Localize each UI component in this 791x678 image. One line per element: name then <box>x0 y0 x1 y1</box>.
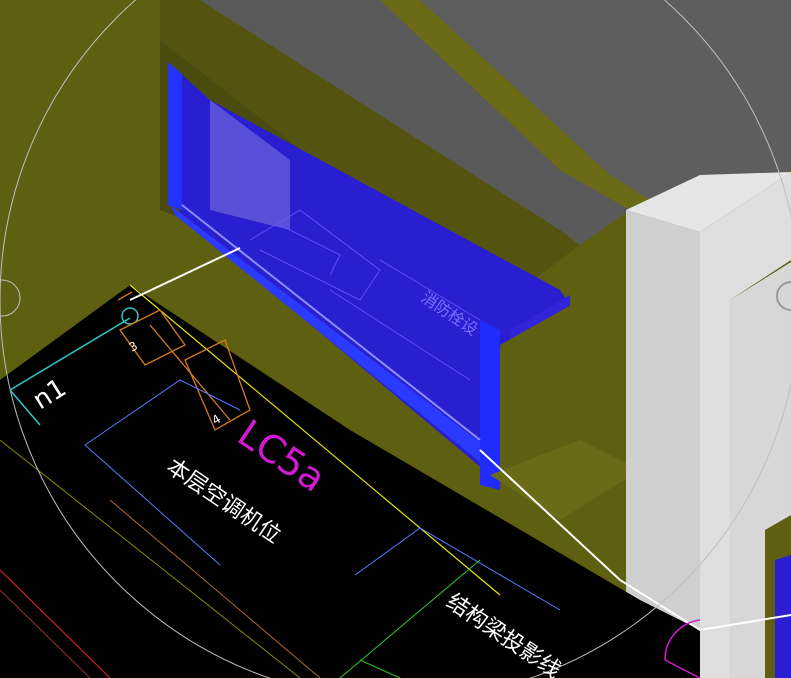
window-frame-left <box>168 62 182 210</box>
cad-3d-viewport[interactable]: 消防栓设 n1 3 4 LC5a 本层空调机位 结构梁投影线 <box>0 0 791 678</box>
model-canvas: 消防栓设 n1 3 4 LC5a 本层空调机位 结构梁投影线 <box>0 0 791 678</box>
